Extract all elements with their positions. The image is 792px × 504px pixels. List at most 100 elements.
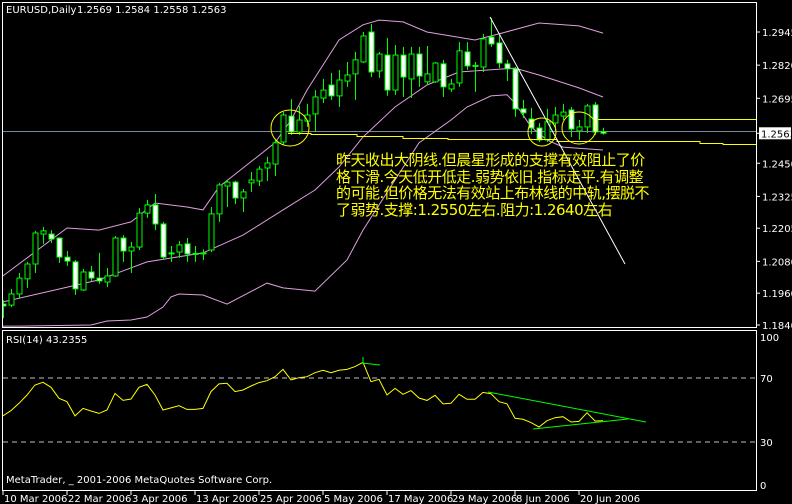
candle: [120, 235, 127, 262]
candle: [376, 51, 383, 78]
candle: [296, 105, 303, 135]
bear-candle-body: [184, 243, 191, 255]
bull-candle-body: [376, 53, 383, 72]
candle: [232, 180, 239, 205]
bull-candle-body: [552, 114, 559, 124]
rsi-line: [3, 361, 604, 428]
candle: [8, 288, 15, 307]
candle: [352, 51, 359, 100]
candle: [72, 260, 79, 296]
candle: [320, 78, 327, 104]
candle: [152, 194, 159, 231]
date-tick-label: 29 May 2006: [452, 494, 517, 504]
bull-candle-body: [280, 114, 287, 143]
bear-candle-body: [368, 31, 375, 73]
candle: [256, 165, 263, 187]
bull-candle-body: [424, 73, 431, 83]
candle: [424, 46, 431, 84]
bear-candle-body: [120, 237, 127, 252]
candle: [96, 252, 103, 284]
bull-candle-body: [272, 142, 279, 165]
bull-candle-body: [24, 263, 31, 280]
bull-candle-body: [200, 252, 207, 255]
candle: [576, 120, 583, 140]
bull-candle-body: [408, 53, 415, 80]
candle: [56, 237, 63, 263]
bear-candle-body: [600, 131, 607, 134]
analysis-annotation[interactable]: 昨天收出大阴线.但晨星形成的支撑有效阻止了价 格下滑.今天低开低走.弱势依旧.指…: [336, 152, 716, 218]
rsi-tick-label: 70: [760, 374, 773, 385]
bull-candle-body: [256, 168, 263, 182]
bull-candle-body: [80, 271, 87, 291]
annotation-line: 了弱势.支撑:1.2550左右.阻力:1.2640左右: [336, 200, 613, 219]
bull-candle-body: [208, 213, 215, 251]
bull-candle-body: [456, 50, 463, 84]
price-tick-label: 1.2820: [762, 61, 792, 72]
candle: [112, 235, 119, 278]
bull-candle-body: [336, 79, 343, 97]
candle: [32, 230, 39, 274]
candle: [360, 32, 367, 64]
rsi-tick-label: 100: [760, 333, 779, 344]
price-axis[interactable]: 1.2945 1.2820 1.2695 1.2563 1.2450 1.2325 1.22…: [757, 28, 792, 332]
bear-candle-body: [384, 54, 391, 91]
candle: [40, 226, 47, 244]
bull-candle-body: [560, 111, 567, 117]
rsi-tick-label: 0: [760, 481, 766, 492]
candle: [344, 61, 351, 87]
bull-candle-body: [392, 54, 399, 91]
bull-candle-body: [296, 119, 303, 133]
candle: [216, 182, 223, 222]
candle: [584, 103, 591, 134]
price-tick-label: 1.2695: [762, 94, 792, 105]
bear-candle-body: [72, 261, 79, 290]
rsi-axis: 100 70 30 0: [760, 333, 779, 492]
bear-candle-body: [168, 252, 175, 255]
rsi-title: RSI(14) 43.2355: [6, 335, 87, 346]
bull-candle-body: [360, 35, 367, 63]
bear-candle-body: [288, 115, 295, 133]
candle: [304, 103, 311, 127]
bull-candle-body: [352, 59, 359, 75]
bull-candle-body: [216, 184, 223, 215]
bull-candle-body: [576, 126, 583, 132]
candle: [3, 300, 7, 319]
candle: [16, 273, 23, 298]
candle: [160, 221, 167, 259]
candle: [448, 78, 455, 92]
bear-candle-body: [48, 233, 55, 240]
price-tick-label: 1.2205: [762, 224, 792, 235]
chart-window[interactable]: EURUSD,Daily 1.2569 1.2584 1.2558 1.2563…: [0, 0, 792, 504]
date-tick-label: 25 Apr 2006: [260, 494, 322, 504]
bull-candle-body: [104, 275, 111, 283]
candle: [432, 61, 439, 83]
rsi-peak-line[interactable]: [361, 362, 381, 366]
candle: [224, 179, 231, 208]
date-tick-label: 5 May 2006: [324, 494, 383, 504]
bull-candle-body: [32, 232, 39, 265]
bull-candle-body: [344, 74, 351, 82]
candle: [88, 265, 95, 281]
bear-candle-body: [504, 63, 511, 70]
bull-candle-body: [224, 181, 231, 187]
downtrend-line[interactable]: [489, 16, 626, 265]
bull-candle-body: [248, 179, 255, 184]
bear-candle-body: [496, 42, 503, 64]
rsi-pane[interactable]: [3, 357, 756, 443]
bull-candle-body: [176, 244, 183, 253]
bear-candle-body: [536, 127, 543, 141]
bear-candle-body: [88, 271, 95, 279]
rsi-down-trendline[interactable]: [487, 391, 647, 423]
candle: [440, 59, 447, 97]
candle: [496, 34, 503, 69]
candle: [248, 172, 255, 192]
candle: [400, 46, 407, 97]
candle: [336, 69, 343, 108]
candle: [272, 139, 279, 176]
candle: [24, 261, 31, 288]
candle: [416, 46, 423, 87]
date-tick-label: 3 Apr 2006: [132, 494, 187, 504]
current-price-label: 1.2563: [761, 129, 792, 140]
bear-candle-body: [440, 63, 447, 88]
date-tick-label: 20 Jun 2006: [580, 494, 640, 504]
